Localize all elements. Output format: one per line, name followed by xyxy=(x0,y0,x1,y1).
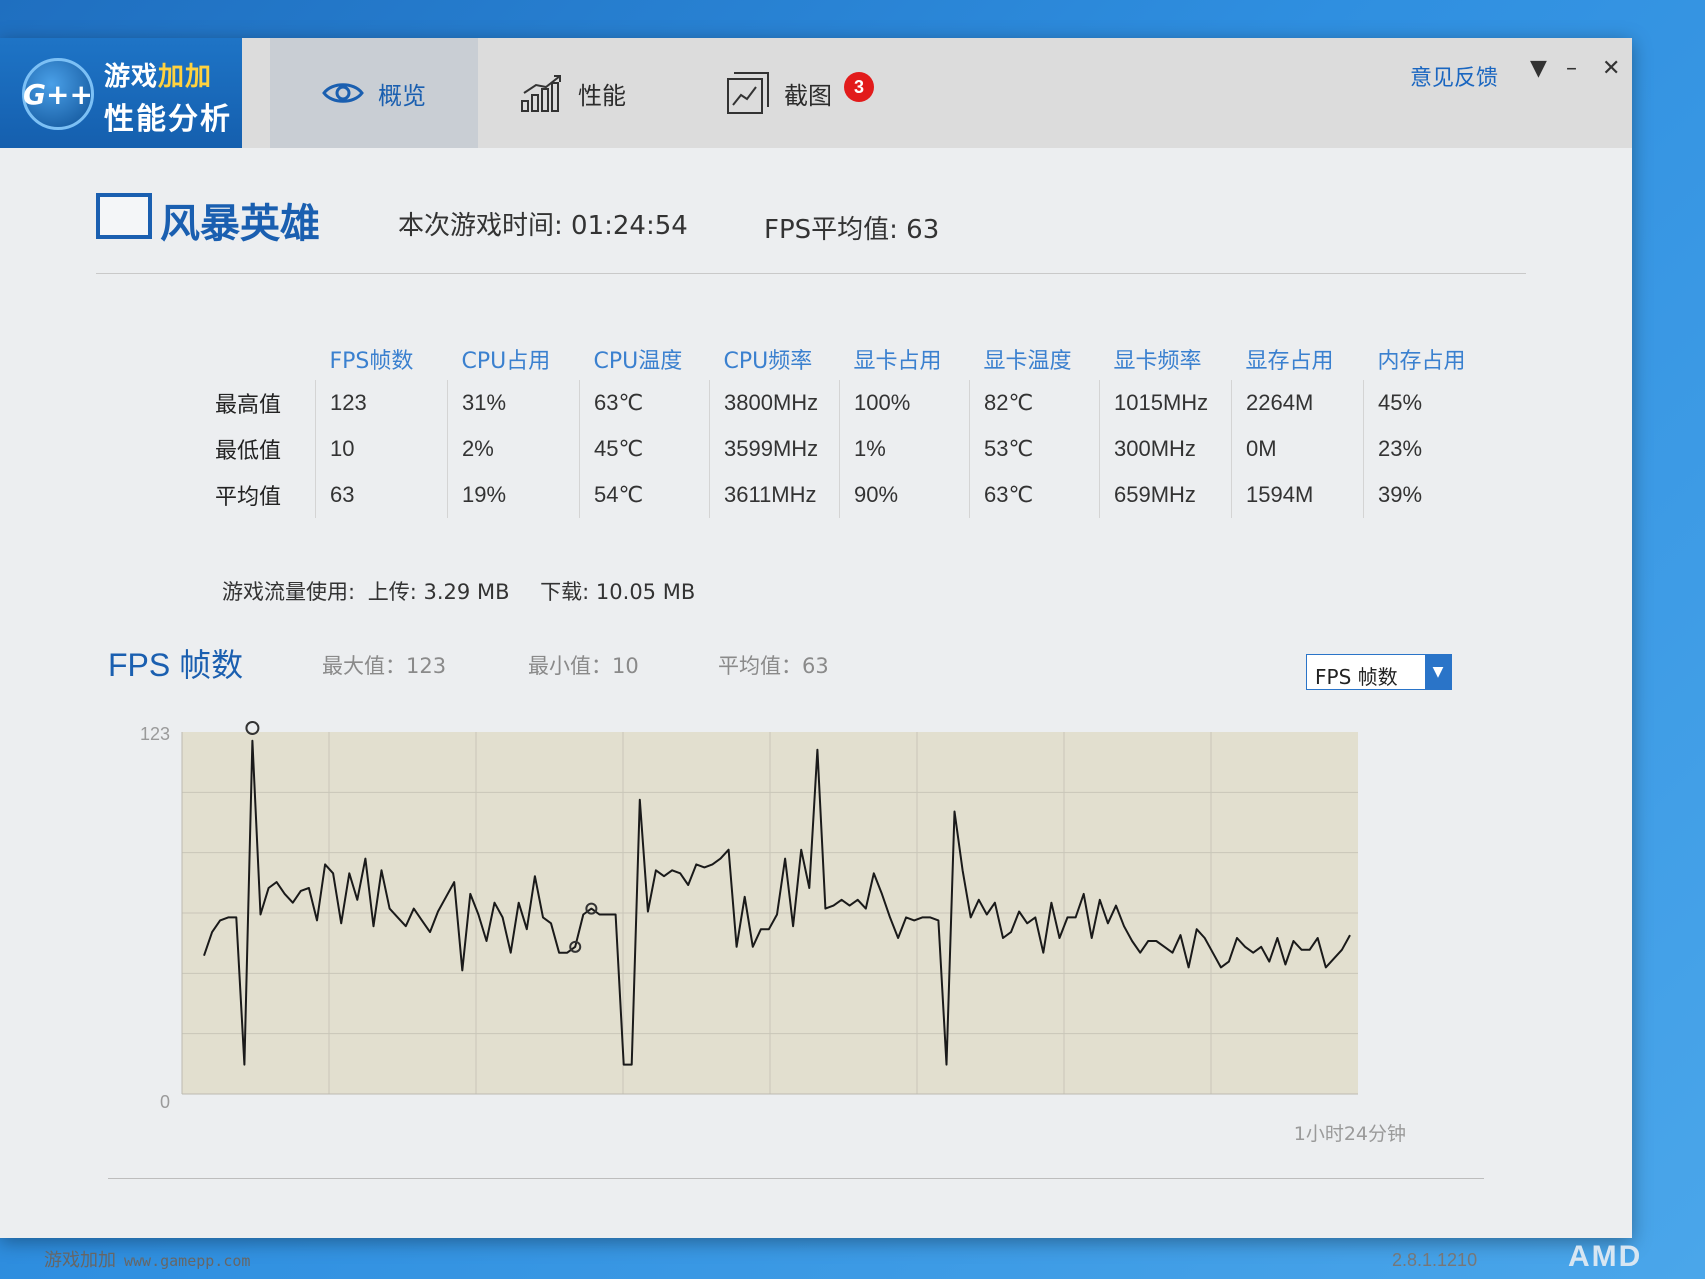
stats-cell: 63℃ xyxy=(579,380,710,426)
stats-cell: 31% xyxy=(447,380,580,426)
stats-cell: 45℃ xyxy=(579,426,710,472)
amd-logo: AMD xyxy=(1568,1240,1643,1273)
stats-column-header: 显卡温度 xyxy=(983,349,1072,374)
picture-icon xyxy=(727,72,769,114)
stats-cell: 2264M xyxy=(1231,380,1364,426)
stats-column-header: CPU频率 xyxy=(723,349,813,374)
tab-performance-label: 性能 xyxy=(578,81,626,110)
stats-column-header: 内存占用 xyxy=(1377,349,1466,374)
stats-column-header: CPU温度 xyxy=(593,349,683,374)
stats-row-label: 最低值 xyxy=(215,439,282,464)
stats-cell: 45% xyxy=(1363,380,1478,426)
chart-title: FPS 帧数 xyxy=(108,647,244,683)
game-summary-row: 风暴英雄 本次游戏时间: 01:24:54 FPS平均值: 63 xyxy=(96,183,1526,274)
feedback-link[interactable]: 意见反馈 xyxy=(1410,60,1498,92)
app-window: G++ 游戏加加 性能分析 概览 性能 截图 3 意见反馈 ▼ – ✕ 风暴英雄… xyxy=(0,38,1632,1271)
stats-column-header: FPS帧数 xyxy=(329,349,414,374)
game-icon xyxy=(96,193,152,239)
stats-cell: 3800MHz xyxy=(709,380,840,426)
traffic-label: 游戏流量使用: xyxy=(222,580,356,604)
stats-cell: 10 xyxy=(315,426,448,472)
menu-dropdown-button[interactable]: ▼ xyxy=(1530,56,1547,81)
fps-chart: 123 0 1小时24分钟 xyxy=(140,721,1406,1145)
version-label: 2.8.1.1210 xyxy=(1392,1250,1478,1270)
stats-cell: 63 xyxy=(315,472,448,518)
x-end-label: 1小时24分钟 xyxy=(1294,1123,1406,1145)
stats-cell: 3599MHz xyxy=(709,426,840,472)
stats-row-label: 最高值 xyxy=(215,393,282,418)
play-time: 本次游戏时间: 01:24:54 xyxy=(398,211,688,241)
chart-min: 最小值：10 xyxy=(528,654,639,678)
stats-row: 平均值 63 19% 54℃ 3611MHz 90% 63℃ 659MHz 1594M 39% xyxy=(215,472,1478,518)
stats-cell: 1015MHz xyxy=(1099,380,1232,426)
stats-row: 最低值 10 2% 45℃ 3599MHz 1% 53℃ 300MHz 0M 23% xyxy=(215,426,1478,472)
chart-avg: 平均值：63 xyxy=(718,654,829,678)
tab-screenshots-label: 截图 xyxy=(784,81,832,110)
stats-cell: 3611MHz xyxy=(709,472,840,518)
stats-column-header: 显存占用 xyxy=(1245,349,1334,374)
stats-corner xyxy=(215,338,316,380)
close-button[interactable]: ✕ xyxy=(1602,56,1620,81)
stats-body: 最高值 123 31% 63℃ 3800MHz 100% 82℃ 1015MHz 2264M 45… xyxy=(215,380,1478,518)
traffic-download: 下载: 10.05 MB xyxy=(540,580,696,604)
stats-cell: 300MHz xyxy=(1099,426,1232,472)
divider xyxy=(108,1178,1484,1179)
stats-cell: 1594M xyxy=(1231,472,1364,518)
metric-select[interactable]: FPS 帧数 ▼ xyxy=(1306,654,1452,690)
tab-screenshots[interactable]: 截图 3 xyxy=(726,38,874,148)
y-tick-label: 123 xyxy=(140,724,170,744)
stats-cell: 123 xyxy=(315,380,448,426)
traffic-usage: 游戏流量使用: 上传: 3.29 MB 下载: 10.05 MB xyxy=(222,576,719,606)
stats-cell: 659MHz xyxy=(1099,472,1232,518)
y-tick-label: 0 xyxy=(160,1092,170,1112)
stats-column-header: 显卡占用 xyxy=(853,349,942,374)
stats-cell: 23% xyxy=(1363,426,1478,472)
stats-row: 最高值 123 31% 63℃ 3800MHz 100% 82℃ 1015MHz 2264M 45… xyxy=(215,380,1478,426)
chart-max: 最大值：123 xyxy=(322,654,447,678)
tab-overview[interactable]: 概览 xyxy=(270,38,478,148)
bar-chart-icon xyxy=(521,75,561,112)
brand-block: G++ 游戏加加 性能分析 xyxy=(0,38,242,148)
tab-performance[interactable]: 性能 xyxy=(520,38,626,148)
stats-cell: 82℃ xyxy=(969,380,1100,426)
brand-title-line2: 性能分析 xyxy=(104,102,232,137)
stats-cell: 1% xyxy=(839,426,970,472)
stats-cell: 2% xyxy=(447,426,580,472)
chevron-down-icon: ▼ xyxy=(1425,655,1451,689)
stats-cell: 53℃ xyxy=(969,426,1100,472)
footer-url[interactable]: www.gamepp.com xyxy=(124,1252,250,1270)
gamepp-logo: G++ xyxy=(22,58,94,130)
stats-column-header: CPU占用 xyxy=(461,349,551,374)
game-name: 风暴英雄 xyxy=(160,201,320,247)
stats-cell: 54℃ xyxy=(579,472,710,518)
fps-average: FPS平均值: 63 xyxy=(764,215,940,245)
header-bar: G++ 游戏加加 性能分析 概览 性能 截图 3 意见反馈 ▼ – ✕ xyxy=(0,38,1632,148)
footer-brand: 游戏加加 www.gamepp.com xyxy=(44,1246,250,1272)
stats-cell: 63℃ xyxy=(969,472,1100,518)
metric-select-value: FPS 帧数 xyxy=(1315,665,1398,689)
stats-cell: 100% xyxy=(839,380,970,426)
stats-header-row: FPS帧数 CPU占用 CPU温度 CPU频率 显卡占用 显卡温度 显卡频率 显存占用 内存占用 xyxy=(215,338,1478,380)
stats-cell: 39% xyxy=(1363,472,1478,518)
stats-cell: 90% xyxy=(839,472,970,518)
traffic-upload: 上传: 3.29 MB xyxy=(367,580,510,604)
stats-table: FPS帧数 CPU占用 CPU温度 CPU频率 显卡占用 显卡温度 显卡频率 显存占用 内存占用… xyxy=(215,338,1478,518)
stats-cell: 0M xyxy=(1231,426,1364,472)
screenshot-count-badge: 3 xyxy=(844,72,874,102)
stats-cell: 19% xyxy=(447,472,580,518)
tab-overview-label: 概览 xyxy=(378,81,426,110)
stats-column-header: 显卡频率 xyxy=(1113,349,1202,374)
footer-app-name: 游戏加加 xyxy=(44,1250,116,1271)
eye-icon xyxy=(322,83,364,103)
brand-title-line1: 游戏加加 xyxy=(104,62,213,92)
minimize-button[interactable]: – xyxy=(1566,56,1577,81)
stats-row-label: 平均值 xyxy=(215,485,282,510)
